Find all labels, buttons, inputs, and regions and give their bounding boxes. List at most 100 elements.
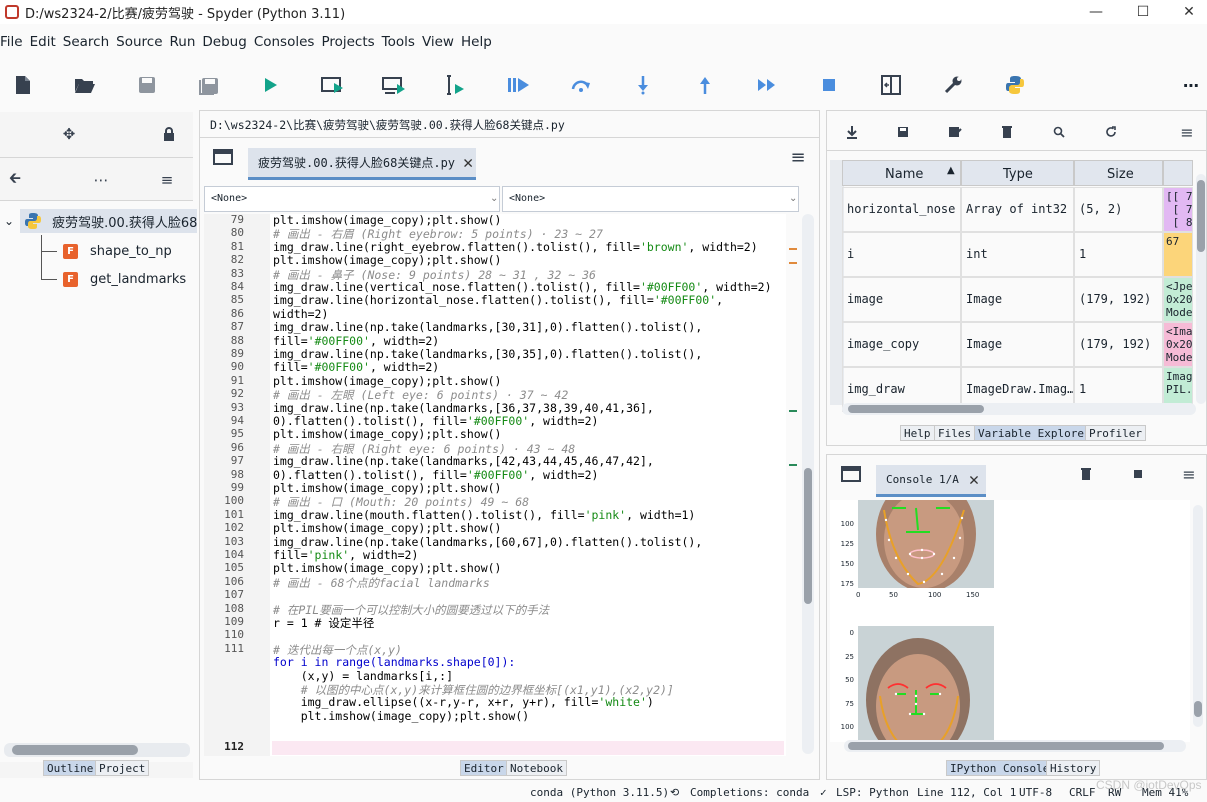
- status-env[interactable]: conda (Python 3.11.5): [530, 786, 669, 799]
- menu-file[interactable]: File: [0, 34, 27, 50]
- close-tab-icon[interactable]: ✕: [463, 153, 473, 173]
- menu-help[interactable]: Help: [461, 34, 496, 50]
- continue-icon[interactable]: [754, 72, 780, 98]
- horizontal-scrollbar[interactable]: [842, 403, 1196, 415]
- browse-tabs-icon[interactable]: [839, 463, 863, 485]
- menu-tools[interactable]: Tools: [382, 34, 419, 50]
- stop-icon[interactable]: [816, 72, 842, 98]
- tab-history[interactable]: History: [1046, 760, 1101, 776]
- editor-tab[interactable]: 疲劳驾驶.00.获得人脸68关键点.py ✕: [248, 148, 476, 180]
- console-output[interactable]: 100 125 150 175 0 50 100 150 0 25 50 75 …: [830, 500, 1190, 742]
- tree-item-shape-to-np[interactable]: F shape_to_np: [63, 238, 172, 264]
- interrupt-kernel-icon[interactable]: [1128, 464, 1148, 484]
- close-button[interactable]: ✕: [1166, 0, 1207, 24]
- varexp-menu-icon[interactable]: ≡: [1177, 122, 1197, 142]
- var-size-cell[interactable]: (179, 192): [1074, 322, 1163, 367]
- save-data-as-icon[interactable]: [945, 122, 965, 142]
- header-size[interactable]: Size: [1074, 160, 1163, 186]
- tab-editor[interactable]: Editor: [460, 760, 508, 776]
- var-type-cell[interactable]: Image: [961, 322, 1074, 367]
- refresh-icon[interactable]: [1101, 122, 1121, 142]
- menu-debug[interactable]: Debug: [202, 34, 250, 50]
- header-value[interactable]: [1163, 160, 1193, 186]
- menu-consoles[interactable]: Consoles: [254, 34, 319, 50]
- menu-source[interactable]: Source: [116, 34, 166, 50]
- maximize-button[interactable]: ☐: [1120, 0, 1166, 24]
- var-name-cell[interactable]: i: [842, 232, 961, 277]
- run-cell-advance-icon[interactable]: [382, 72, 408, 98]
- save-data-icon[interactable]: [893, 122, 913, 142]
- var-value-cell[interactable]: 67: [1163, 232, 1193, 277]
- console-tab[interactable]: Console 1/A ✕: [876, 465, 986, 497]
- status-completions[interactable]: Completions: conda: [690, 786, 809, 799]
- var-value-cell[interactable]: [[ 7 [ 7 [ 8: [1163, 187, 1193, 232]
- tree-root-item[interactable]: 疲劳驾驶.00.获得人脸68: [20, 209, 198, 233]
- var-size-cell[interactable]: (179, 192): [1074, 277, 1163, 322]
- scrollbar-handle[interactable]: [12, 745, 138, 755]
- tab-ipython-console[interactable]: IPython Console: [946, 760, 1054, 776]
- remove-icon[interactable]: [1076, 464, 1096, 484]
- menu-projects[interactable]: Projects: [321, 34, 378, 50]
- preferences-icon[interactable]: [940, 72, 966, 98]
- scrollbar-handle[interactable]: [1194, 701, 1202, 717]
- var-size-cell[interactable]: (5, 2): [1074, 187, 1163, 232]
- remove-all-icon[interactable]: [997, 122, 1017, 142]
- tab-outline[interactable]: Outline: [43, 760, 98, 776]
- chevron-down-icon[interactable]: ⌄: [4, 214, 14, 228]
- scrollbar-handle[interactable]: [848, 405, 984, 413]
- new-file-icon[interactable]: [10, 72, 36, 98]
- tab-profiler[interactable]: Profiler: [1085, 425, 1146, 441]
- step-return-icon[interactable]: [692, 72, 718, 98]
- tree-item-get-landmarks[interactable]: F get_landmarks: [63, 266, 186, 292]
- search-icon[interactable]: [1049, 122, 1069, 142]
- var-value-cell[interactable]: <Ima 0x20 Mode: [1163, 322, 1193, 367]
- horizontal-scrollbar[interactable]: [4, 743, 190, 757]
- save-icon[interactable]: [134, 72, 160, 98]
- menu-run[interactable]: Run: [170, 34, 200, 50]
- scrollbar-handle[interactable]: [804, 468, 812, 604]
- chevron-down-icon[interactable]: ⌄: [789, 193, 797, 204]
- outline-menu-icon[interactable]: ≡: [156, 170, 178, 190]
- run-selection-icon[interactable]: [444, 72, 470, 98]
- tab-help[interactable]: Help: [900, 425, 935, 441]
- horizontal-scrollbar[interactable]: [844, 740, 1186, 752]
- close-tab-icon[interactable]: ✕: [969, 470, 979, 490]
- outline-options-icon[interactable]: ⋯: [90, 170, 112, 190]
- header-name[interactable]: Name ▲: [842, 160, 961, 186]
- import-data-icon[interactable]: [842, 122, 862, 142]
- tree-root-row[interactable]: ⌄ 疲劳驾驶.00.获得人脸68: [0, 208, 198, 234]
- menu-search[interactable]: Search: [63, 34, 113, 50]
- function-combo[interactable]: <None>: [502, 186, 799, 212]
- run-cell-icon[interactable]: [320, 72, 346, 98]
- vertical-scrollbar[interactable]: [1196, 174, 1206, 404]
- tab-files[interactable]: Files: [934, 425, 976, 441]
- var-value-cell[interactable]: <Jpe 0x20 Mode: [1163, 277, 1193, 322]
- console-menu-icon[interactable]: ≡: [1179, 464, 1199, 484]
- go-to-cursor-icon[interactable]: 🡰: [4, 169, 26, 190]
- var-type-cell[interactable]: Array of int32: [961, 187, 1074, 232]
- maximize-pane-icon[interactable]: [878, 72, 904, 98]
- run-icon[interactable]: [258, 72, 284, 98]
- menu-view[interactable]: View: [422, 34, 458, 50]
- more-icon[interactable]: ⋯: [1178, 72, 1204, 98]
- var-type-cell[interactable]: Image: [961, 277, 1074, 322]
- var-name-cell[interactable]: horizontal_nose: [842, 187, 961, 232]
- vertical-scrollbar[interactable]: [1193, 505, 1203, 727]
- debug-icon[interactable]: [506, 72, 532, 98]
- status-lsp[interactable]: LSP: Python: [836, 786, 909, 799]
- var-name-cell[interactable]: image_copy: [842, 322, 961, 367]
- var-name-cell[interactable]: image: [842, 277, 961, 322]
- move-pane-icon[interactable]: ✥: [58, 124, 80, 144]
- step-into-icon[interactable]: [630, 72, 656, 98]
- minimize-button[interactable]: —: [1073, 0, 1119, 24]
- tab-variable-explorer[interactable]: Variable Explorer: [974, 425, 1095, 441]
- class-combo[interactable]: <None>: [204, 186, 500, 212]
- step-over-icon[interactable]: [568, 72, 594, 98]
- save-all-icon[interactable]: [196, 72, 222, 98]
- browse-tabs-icon[interactable]: [210, 146, 236, 168]
- open-file-icon[interactable]: [72, 72, 98, 98]
- editor-menu-icon[interactable]: ≡: [786, 146, 810, 168]
- chevron-down-icon[interactable]: ⌄: [490, 193, 498, 204]
- menu-edit[interactable]: Edit: [30, 34, 60, 50]
- tab-notebook[interactable]: Notebook: [506, 760, 567, 776]
